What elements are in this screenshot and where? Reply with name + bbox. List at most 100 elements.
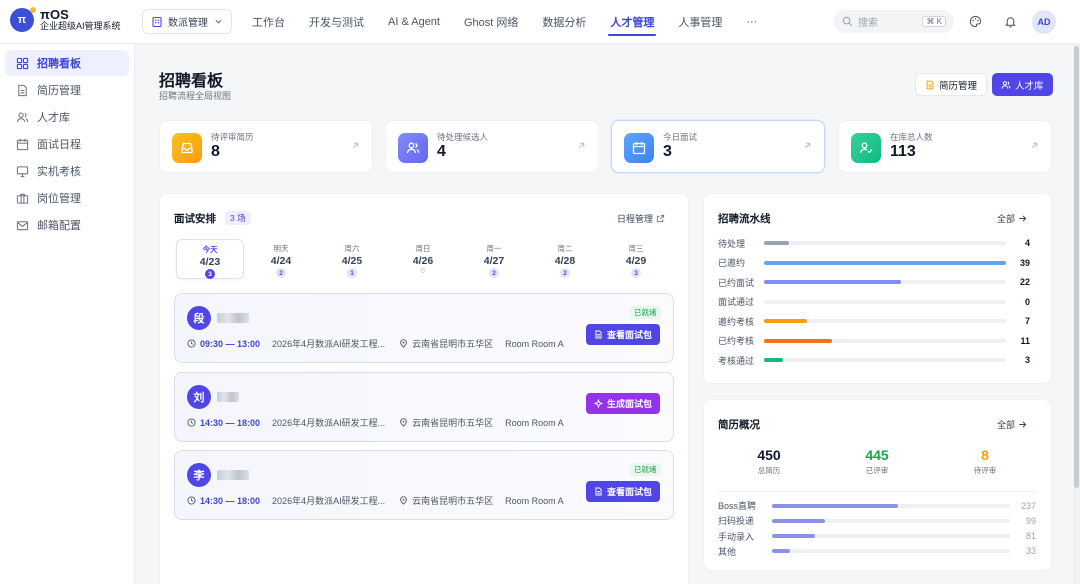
clock-icon [187, 418, 196, 427]
people-icon [15, 110, 29, 124]
resume-all-link[interactable]: 全部 [997, 418, 1027, 431]
status-badge: 已就绪 [630, 463, 661, 476]
dashboard-icon [15, 56, 29, 70]
nav-ai-agent[interactable]: AI & Agent [376, 0, 452, 44]
day-label: 周日 [415, 244, 431, 253]
stat-card-total-talent[interactable]: 在库总人数 113 [838, 120, 1052, 173]
user-avatar[interactable]: AD [1032, 10, 1056, 34]
monitor-icon [15, 164, 29, 178]
app-logo[interactable]: π πOS 企业超级AI管理系统 [10, 7, 121, 33]
page-scrollbar-thumb[interactable] [1074, 46, 1079, 488]
stat-value: 4 [437, 143, 446, 160]
calendar-icon [15, 137, 29, 151]
interview-position: 2026年4月数派AI研发工程... [272, 496, 386, 506]
workspace-selector[interactable]: 数派管理 [142, 9, 232, 34]
interview-meta: 14:30 — 18:00 2026年4月数派AI研发工程... 云南省昆明市五… [187, 416, 564, 429]
stat-label: 待评审简历 [211, 132, 254, 142]
pipeline-bar-track [764, 299, 1006, 304]
interview-room: Room Room A [505, 338, 564, 349]
search-placeholder: 搜索 [858, 18, 878, 29]
day-tab-4-26[interactable]: 周日 4/26 0 [389, 239, 457, 279]
arrow-up-right-icon [1030, 141, 1039, 150]
resume-pending-value: 8 [981, 447, 989, 463]
interview-item[interactable]: 段 已就绪 查看面试包 09:30 — 13:00 2026年4月数派AI研发工… [174, 293, 674, 363]
sidebar-item-interview-schedule[interactable]: 面试日程 [5, 131, 129, 157]
location-pin-icon [399, 418, 408, 427]
resume-manage-button[interactable]: 简历管理 [915, 73, 988, 96]
nav-ghost-network[interactable]: Ghost 网络 [452, 0, 530, 44]
pipeline-row: 考核通过 3 [718, 352, 1030, 368]
resume-total: 450 总简历 [724, 447, 814, 476]
sidebar-item-positions[interactable]: 岗位管理 [5, 185, 129, 211]
day-tab-4-25[interactable]: 周六 4/25 1 [318, 239, 386, 279]
day-tab-4-24[interactable]: 明天 4/24 2 [247, 239, 315, 279]
users-icon [398, 133, 428, 163]
day-tab-4-29[interactable]: 周三 4/29 3 [602, 239, 670, 279]
view-interview-pack-button[interactable]: 查看面试包 [586, 481, 661, 502]
pipeline-bar-fill [764, 241, 789, 245]
schedule-manage-link[interactable]: 日程管理 [617, 212, 665, 225]
pipeline-stage-value: 11 [1020, 335, 1030, 346]
nav-talent[interactable]: 人才管理 [598, 0, 666, 44]
pipeline-bar-track [764, 260, 1006, 265]
resume-total-value: 450 [757, 447, 781, 463]
nav-data-analysis[interactable]: 数据分析 [530, 0, 598, 44]
source-value: 237 [1020, 500, 1036, 511]
top-bar: π πOS 企业超级AI管理系统 数派管理 工作台 开发与测试 AI & Age… [0, 0, 1080, 44]
source-label: 扫码投递 [718, 516, 755, 527]
day-tab-4-27[interactable]: 周一 4/27 2 [460, 239, 528, 279]
day-tab-today[interactable]: 今天 4/23 3 [176, 239, 244, 279]
day-tab-4-28[interactable]: 周二 4/28 2 [531, 239, 599, 279]
search-box[interactable]: 搜索 ⌘ K [834, 10, 954, 33]
palette-icon[interactable] [966, 12, 984, 30]
resume-pending: 8 待评审 [940, 447, 1030, 476]
interview-location: 云南省昆明市五华区 [412, 496, 494, 506]
sidebar-item-resume[interactable]: 简历管理 [5, 77, 129, 103]
stat-card-today-interviews[interactable]: 今日面试 3 [611, 120, 825, 173]
pipeline-bar-track [764, 241, 1006, 245]
nav-workbench[interactable]: 工作台 [240, 0, 297, 44]
nav-hr[interactable]: 人事管理 [666, 0, 734, 44]
document-icon [594, 487, 603, 496]
logo-dot [30, 7, 36, 14]
logo-letter: π [17, 14, 27, 27]
interview-item[interactable]: 李 已就绪 查看面试包 14:30 — 18:00 2026年4月数派AI研发工… [174, 450, 674, 520]
pipeline-row: 已邀约 39 [718, 255, 1030, 271]
sidebar-item-assessment[interactable]: 实机考核 [5, 158, 129, 184]
logo-mark: π [10, 7, 36, 33]
stat-card-pending-resumes[interactable]: 待评审简历 8 [159, 120, 373, 173]
pipeline-bar-fill [764, 338, 833, 343]
source-bar-track [772, 503, 1010, 508]
pipeline-row: 已约面试 22 [718, 274, 1030, 290]
day-date: 4/23 [199, 256, 221, 268]
pipeline-stage-label: 已约面试 [718, 277, 755, 288]
sidebar-item-recruit-dashboard[interactable]: 招聘看板 [5, 50, 129, 76]
day-date: 4/29 [625, 255, 647, 267]
stat-value: 113 [890, 143, 916, 160]
mail-icon [15, 218, 29, 232]
inbox-icon [172, 133, 202, 163]
nav-more[interactable]: ··· [734, 0, 769, 44]
talent-pool-button[interactable]: 人才库 [992, 73, 1053, 96]
stat-card-pending-candidates[interactable]: 待处理候选人 4 [385, 120, 599, 173]
source-value: 33 [1025, 546, 1036, 557]
nav-dev-test[interactable]: 开发与测试 [297, 0, 376, 44]
interview-item[interactable]: 刘 生成面试包 14:30 — 18:00 2026年4月数派AI研发工程...… [174, 372, 674, 442]
pipeline-all-link[interactable]: 全部 [997, 212, 1027, 225]
resume-reviewed: 445 已评审 [832, 447, 922, 476]
generate-interview-pack-button[interactable]: 生成面试包 [586, 393, 661, 414]
resume-source-row: 其他 33 [718, 545, 1036, 558]
day-count: 3 [205, 269, 215, 279]
sidebar-item-mail-config[interactable]: 邮箱配置 [5, 212, 129, 238]
day-label: 周三 [628, 244, 644, 253]
view-interview-pack-button[interactable]: 查看面试包 [586, 324, 661, 345]
main-nav: 工作台 开发与测试 AI & Agent Ghost 网络 数据分析 人才管理 … [240, 0, 769, 44]
interview-time: 14:30 — 18:00 [200, 417, 261, 428]
pipeline-stage-label: 已约考核 [718, 336, 755, 346]
bell-icon[interactable] [1001, 12, 1019, 30]
sidebar-item-talent-pool[interactable]: 人才库 [5, 104, 129, 130]
resume-overview-title: 简历概况 [718, 419, 760, 431]
pipeline-row: 待处理 4 [718, 235, 1030, 251]
resume-source-row: 手动录入 81 [718, 530, 1036, 543]
calendar-icon [624, 133, 654, 163]
